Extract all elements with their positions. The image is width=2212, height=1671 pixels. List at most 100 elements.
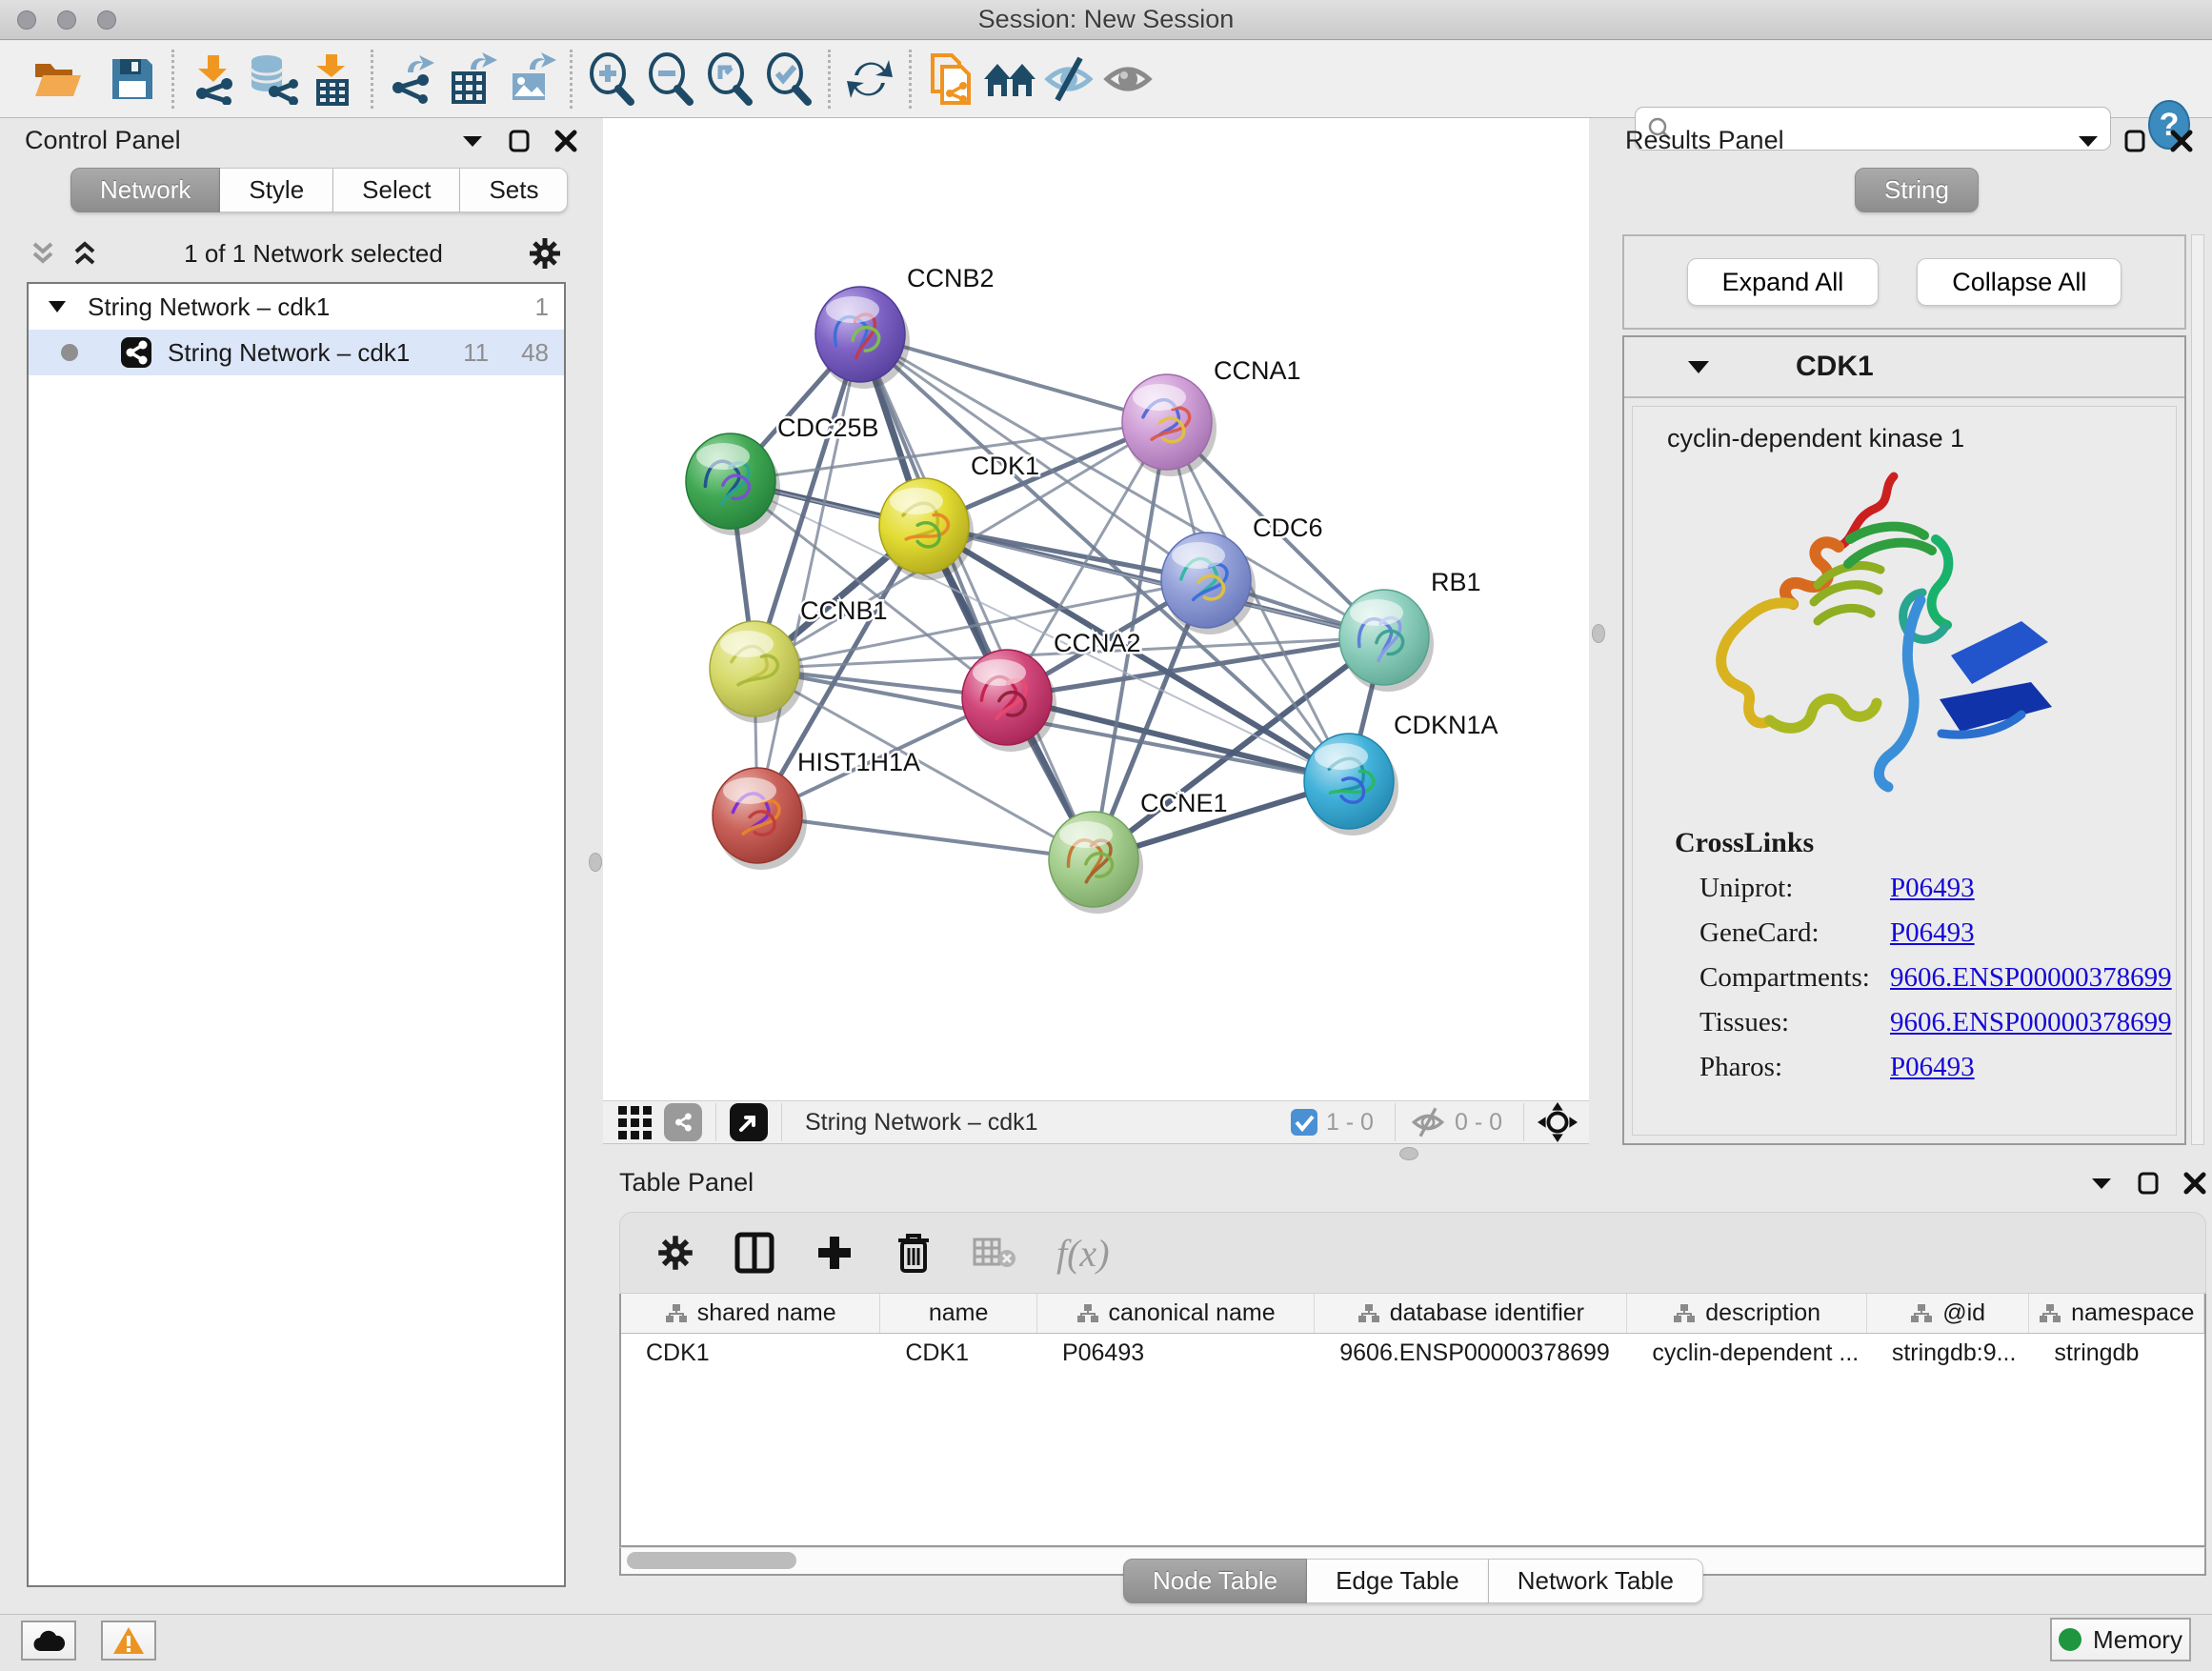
table-cell[interactable]: stringdb: [2029, 1334, 2204, 1372]
column-header--id[interactable]: @id: [1867, 1294, 2030, 1333]
float-panel-icon[interactable]: [2138, 1172, 2159, 1195]
column-header-name[interactable]: name: [880, 1294, 1037, 1333]
scrollbar-thumb[interactable]: [627, 1552, 796, 1569]
table-cell[interactable]: P06493: [1037, 1334, 1315, 1372]
maximize-window-button[interactable]: [97, 10, 116, 30]
crosslink-link[interactable]: 9606.ENSP00000378699: [1890, 1007, 2172, 1038]
split-columns-icon[interactable]: [734, 1232, 774, 1274]
network-node-RB1[interactable]: RB1: [1339, 568, 1481, 692]
hidden-eye-icon[interactable]: [1409, 1107, 1447, 1137]
crosslink-link[interactable]: P06493: [1890, 873, 1975, 904]
table-cell[interactable]: CDK1: [880, 1334, 1037, 1372]
tab-string-results[interactable]: String: [1855, 168, 1979, 212]
table-cell[interactable]: CDK1: [621, 1334, 880, 1372]
import-network-database-button[interactable]: [243, 49, 302, 110]
column-header-description[interactable]: description: [1627, 1294, 1866, 1333]
tab-network[interactable]: Network: [70, 168, 220, 212]
open-view-in-window-icon[interactable]: [730, 1103, 768, 1141]
collapse-all-button[interactable]: Collapse All: [1917, 258, 2122, 306]
network-node-HIST1H1A[interactable]: HIST1H1A: [713, 748, 920, 870]
expand-all-button[interactable]: Expand All: [1687, 258, 1880, 306]
tab-network-table[interactable]: Network Table: [1489, 1559, 1703, 1603]
expand-all-networks-icon[interactable]: [29, 239, 57, 268]
birdseye-navigator-icon[interactable]: [1538, 1102, 1578, 1142]
export-image-button[interactable]: [501, 49, 560, 110]
table-cell[interactable]: stringdb:9...: [1867, 1334, 2030, 1372]
network-node-CCNE1[interactable]: CCNE1: [1049, 789, 1228, 914]
network-view-title: String Network – cdk1: [805, 1109, 1290, 1137]
column-header-shared-name[interactable]: shared name: [621, 1294, 880, 1333]
network-options-gear-icon[interactable]: [528, 236, 562, 271]
crosslink-link[interactable]: P06493: [1890, 917, 1975, 949]
refresh-button[interactable]: [840, 49, 899, 110]
bottom-splitter-handle[interactable]: [1399, 1147, 1418, 1160]
network-graph[interactable]: CCNB2CCNA1CDC25BCDK1CDC6RB1CCNB1CCNA2CDK…: [603, 118, 1589, 1100]
string-view-badge-icon[interactable]: [664, 1103, 702, 1141]
float-panel-icon[interactable]: [2124, 130, 2145, 152]
tab-sets[interactable]: Sets: [460, 168, 568, 212]
open-session-button[interactable]: [29, 49, 88, 110]
gene-section-header[interactable]: CDK1: [1624, 337, 2184, 398]
results-scrollbar[interactable]: [2191, 234, 2204, 1145]
cloud-status-button[interactable]: [21, 1621, 76, 1661]
selected-checkbox-icon[interactable]: [1290, 1108, 1318, 1137]
network-edge[interactable]: [860, 334, 1094, 859]
zoom-out-button[interactable]: [641, 49, 700, 110]
memory-button[interactable]: Memory: [2050, 1618, 2191, 1661]
import-table-file-button[interactable]: [302, 49, 361, 110]
close-panel-icon[interactable]: [2170, 130, 2193, 152]
table-cell[interactable]: 9606.ENSP00000378699: [1315, 1334, 1627, 1372]
panel-menu-icon[interactable]: [461, 134, 484, 148]
network-collection-row[interactable]: String Network – cdk1 1: [29, 284, 564, 330]
column-header-canonical-name[interactable]: canonical name: [1037, 1294, 1315, 1333]
tab-edge-table[interactable]: Edge Table: [1307, 1559, 1489, 1603]
close-panel-icon[interactable]: [2183, 1172, 2206, 1195]
table-cell[interactable]: cyclin-dependent ...: [1627, 1334, 1866, 1372]
tab-select[interactable]: Select: [333, 168, 460, 212]
zoom-in-button[interactable]: [582, 49, 641, 110]
section-expander-icon[interactable]: [1687, 360, 1710, 374]
table-row[interactable]: CDK1CDK1P064939606.ENSP00000378699cyclin…: [621, 1334, 2204, 1372]
close-window-button[interactable]: [17, 10, 36, 30]
network-node-CDKN1A[interactable]: CDKN1A: [1304, 711, 1498, 836]
export-image-icon: [505, 52, 556, 106]
network-node-CCNA1[interactable]: CCNA1: [1122, 356, 1301, 476]
column-header-database-identifier[interactable]: database identifier: [1315, 1294, 1627, 1333]
string-documents-button[interactable]: [921, 49, 980, 110]
add-column-icon[interactable]: [814, 1233, 855, 1273]
crosslink-link[interactable]: P06493: [1890, 1052, 1975, 1083]
network-node-CCNB2[interactable]: CCNB2: [815, 264, 995, 389]
network-node-CCNB1[interactable]: CCNB1: [710, 596, 888, 723]
right-splitter-handle[interactable]: [1592, 624, 1605, 643]
save-session-button[interactable]: [103, 49, 162, 110]
tab-style[interactable]: Style: [220, 168, 333, 212]
network-edge[interactable]: [757, 815, 1094, 859]
export-network-button[interactable]: [383, 49, 442, 110]
import-network-file-button[interactable]: [184, 49, 243, 110]
panel-menu-icon[interactable]: [2077, 134, 2100, 148]
network-edge[interactable]: [757, 334, 860, 815]
warnings-button[interactable]: [101, 1621, 156, 1661]
close-panel-icon[interactable]: [554, 130, 577, 152]
string-homes-button[interactable]: [980, 49, 1039, 110]
column-header-namespace[interactable]: namespace: [2029, 1294, 2204, 1333]
network-row-selected[interactable]: String Network – cdk1 11 48: [29, 330, 564, 375]
panel-menu-icon[interactable]: [2090, 1177, 2113, 1190]
hide-graphics-button[interactable]: [1039, 49, 1098, 110]
network-canvas[interactable]: CCNB2CCNA1CDC25BCDK1CDC6RB1CCNB1CCNA2CDK…: [603, 118, 1589, 1100]
table-settings-gear-icon[interactable]: [656, 1234, 694, 1272]
view-grid-icon[interactable]: [616, 1104, 653, 1140]
zoom-fit-button[interactable]: [700, 49, 759, 110]
export-table-button[interactable]: [442, 49, 501, 110]
crosslink-link[interactable]: 9606.ENSP00000378699: [1890, 962, 2172, 994]
collection-expander-icon[interactable]: [48, 300, 67, 313]
show-graphics-button[interactable]: [1098, 49, 1157, 110]
collapse-all-networks-icon[interactable]: [70, 239, 99, 268]
minimize-window-button[interactable]: [57, 10, 76, 30]
tab-node-table[interactable]: Node Table: [1123, 1559, 1307, 1603]
column-tree-icon: [1673, 1303, 1696, 1324]
left-splitter-handle[interactable]: [589, 853, 602, 872]
float-panel-icon[interactable]: [509, 130, 530, 152]
delete-column-icon[interactable]: [895, 1231, 933, 1275]
zoom-selected-button[interactable]: [759, 49, 818, 110]
